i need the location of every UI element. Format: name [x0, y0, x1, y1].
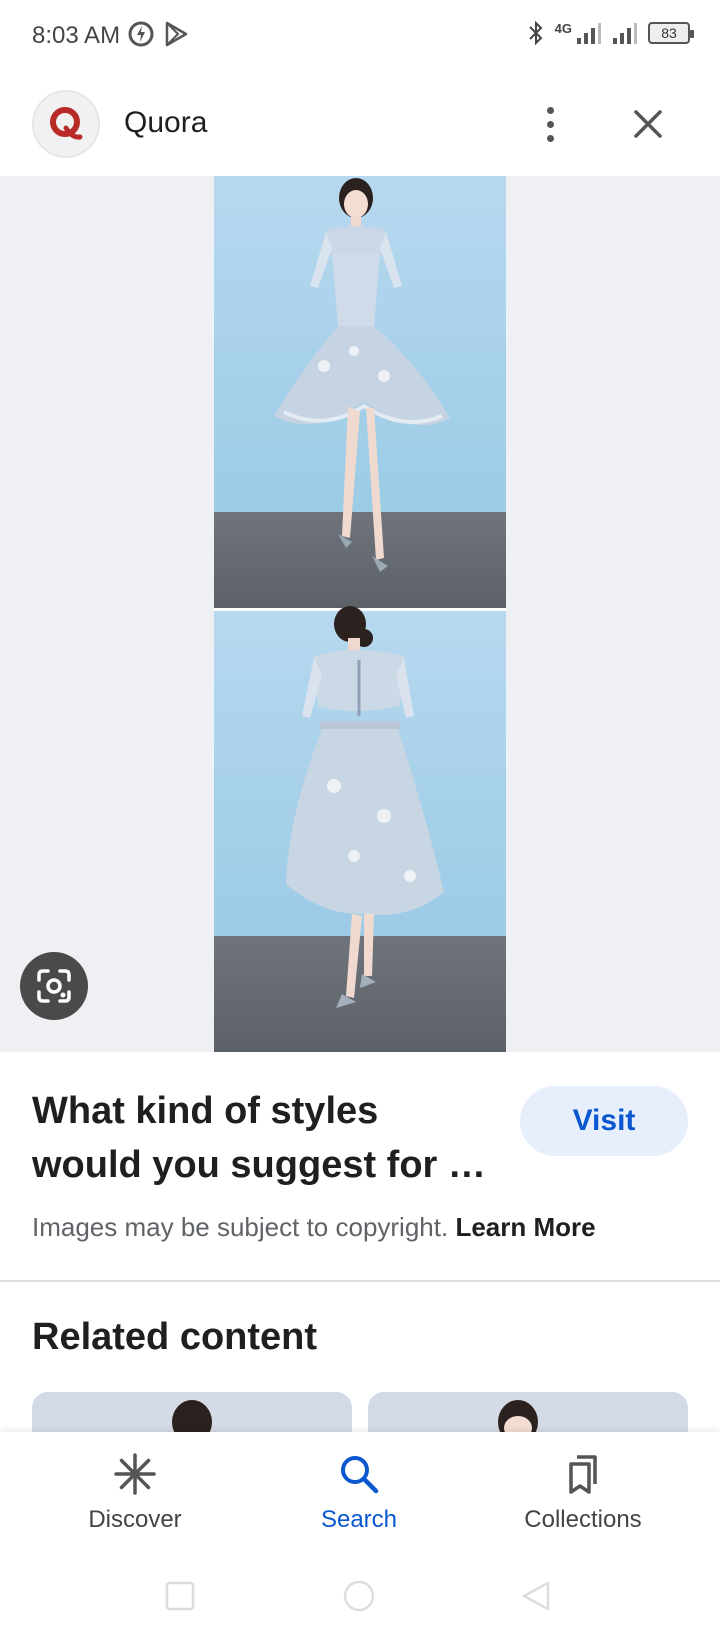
related-content-heading: Related content — [32, 1316, 318, 1358]
dress-photo — [214, 176, 506, 1052]
nav-search-label: Search — [320, 1506, 398, 1533]
status-bar: 8:03 AM 4G 83 — [0, 0, 720, 72]
close-icon — [634, 110, 662, 138]
copyright-text: Images may be subject to copyright. — [32, 1212, 449, 1242]
nav-collections[interactable]: Collections — [483, 1452, 683, 1534]
result-image[interactable] — [214, 176, 506, 1052]
signal-icon-2 — [613, 23, 637, 44]
play-store-icon — [165, 21, 188, 47]
nav-discover[interactable]: Discover — [35, 1452, 235, 1534]
nav-search[interactable]: Search — [259, 1452, 459, 1534]
nav-collections-label: Collections — [524, 1506, 642, 1533]
nav-discover-label: Discover — [88, 1506, 182, 1533]
search-icon — [341, 1456, 379, 1494]
related-thumbnail — [368, 1392, 688, 1432]
status-time: 8:03 AM — [32, 22, 121, 49]
site-name[interactable]: Quora — [124, 106, 207, 140]
related-card[interactable] — [368, 1392, 688, 1432]
more-dot — [546, 134, 554, 142]
google-lens-button[interactable] — [20, 952, 88, 1020]
back-icon[interactable] — [520, 1580, 552, 1612]
asterisk-icon — [114, 1453, 156, 1495]
divider — [0, 1280, 720, 1282]
battery-indicator: 83 — [648, 22, 694, 44]
network-label: 4G — [554, 20, 572, 36]
system-navigation-bar — [0, 1552, 720, 1640]
status-right-icons: 4G 83 — [527, 20, 694, 46]
close-button[interactable] — [624, 100, 672, 148]
learn-more-link[interactable]: Learn More — [455, 1212, 595, 1242]
more-dot — [546, 120, 554, 128]
quora-logo-icon — [50, 107, 83, 140]
home-icon[interactable] — [342, 1579, 376, 1613]
more-dot — [546, 106, 554, 114]
image-preview-area[interactable] — [0, 176, 720, 1052]
viewer-header: Quora — [0, 72, 720, 176]
recents-icon[interactable] — [164, 1580, 196, 1612]
status-left-icons — [128, 20, 190, 48]
lens-icon — [37, 969, 71, 1003]
related-card[interactable] — [32, 1392, 352, 1432]
more-options-button[interactable] — [530, 100, 570, 148]
related-thumbnail — [32, 1392, 352, 1432]
bookmarks-icon — [569, 1455, 597, 1494]
signal-icon — [577, 23, 601, 44]
result-title[interactable]: What kind of styles would you suggest fo… — [32, 1084, 492, 1192]
data-saver-icon — [128, 21, 154, 47]
bottom-navigation: Discover Search Collections — [0, 1432, 720, 1552]
quora-logo[interactable] — [32, 90, 100, 158]
visit-button[interactable]: Visit — [520, 1086, 688, 1156]
copyright-notice: Images may be subject to copyright. Lear… — [32, 1212, 596, 1243]
bluetooth-icon — [528, 20, 543, 46]
